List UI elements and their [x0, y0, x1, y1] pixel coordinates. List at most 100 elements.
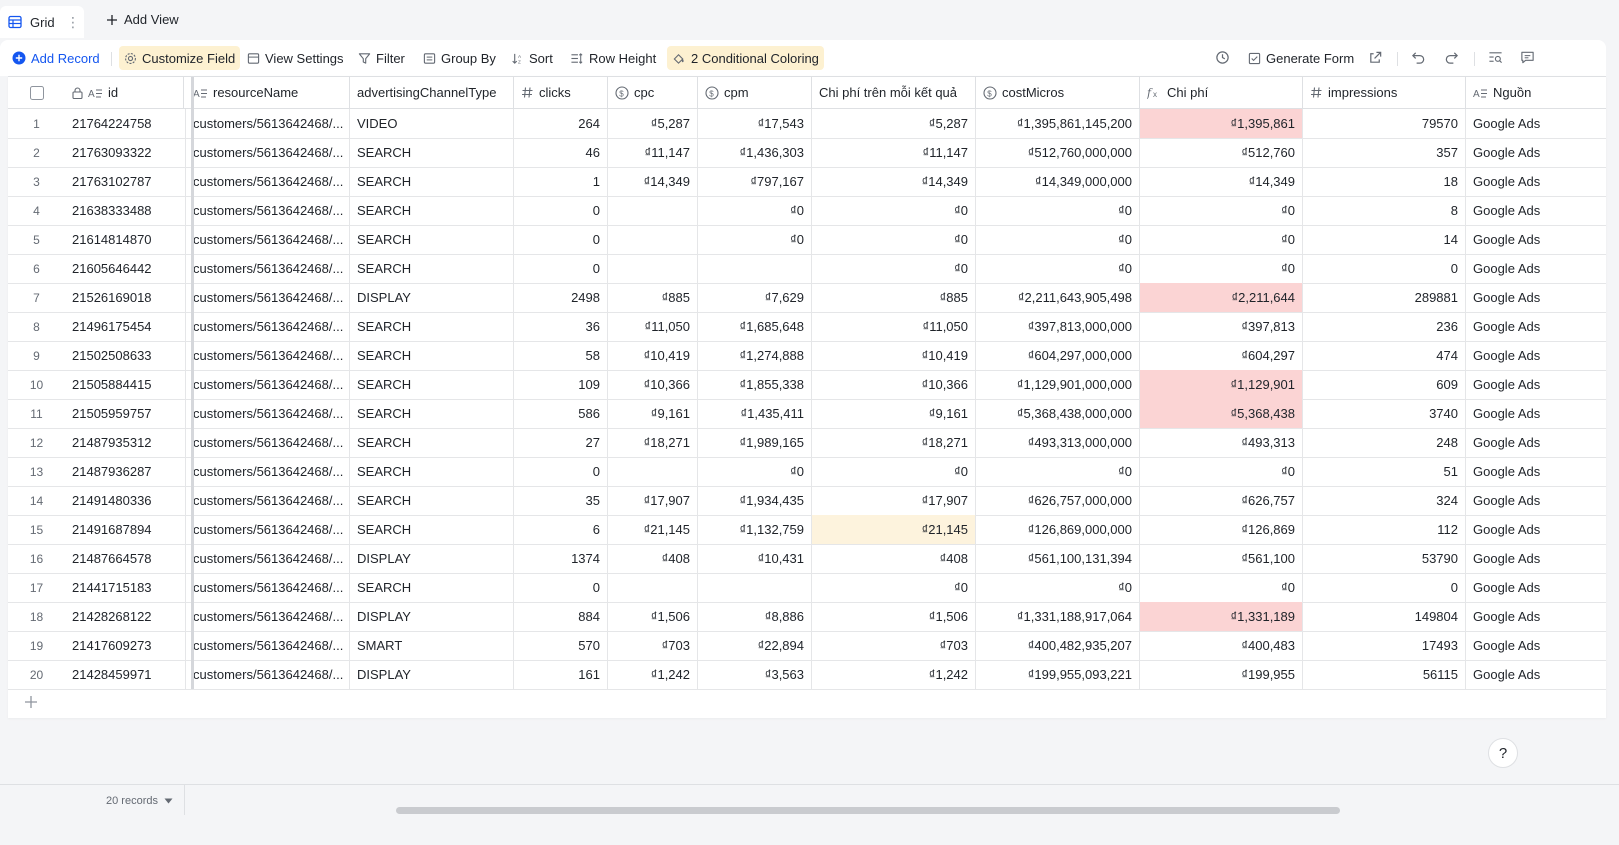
cell-impressions[interactable]: 53790 [1303, 544, 1466, 573]
table-row[interactable]: 5 21614814870 customers/5613642468/... SEAR… [8, 225, 1606, 255]
redo-icon[interactable] [1444, 50, 1460, 66]
cell-cost-per-result[interactable]: ₫0 [812, 573, 976, 602]
table-row[interactable]: 6 21605646442 customers/5613642468/... SEAR… [8, 254, 1606, 284]
cell-nguon[interactable]: Google Ads [1466, 283, 1606, 312]
cell-impressions[interactable]: 248 [1303, 428, 1466, 457]
cell-advertisingchanneltype[interactable]: DISPLAY [350, 283, 514, 312]
cell-cpm[interactable]: ₫1,855,338 [698, 370, 812, 399]
cell-cpc[interactable]: ₫21,145 [608, 515, 698, 544]
table-row[interactable]: 16 21487664578 customers/5613642468/... DIS… [8, 544, 1606, 574]
cell-id[interactable]: 21428459971 [65, 660, 186, 689]
cell-resourcename[interactable]: customers/5613642468/... [186, 544, 350, 573]
cell-clicks[interactable]: 0 [514, 254, 608, 283]
cell-costmicros[interactable]: ₫0 [976, 196, 1140, 225]
cell-cost-per-result[interactable]: ₫9,161 [812, 399, 976, 428]
cell-costmicros[interactable]: ₫2,211,643,905,498 [976, 283, 1140, 312]
cell-cpm[interactable]: ₫7,629 [698, 283, 812, 312]
cell-cpm[interactable]: ₫10,431 [698, 544, 812, 573]
cell-advertisingchanneltype[interactable]: SEARCH [350, 312, 514, 341]
cell-nguon[interactable]: Google Ads [1466, 602, 1606, 631]
cell-cpm[interactable]: ₫22,894 [698, 631, 812, 660]
cell-cpc[interactable] [608, 196, 698, 225]
customize-field-button[interactable]: Customize Field [119, 46, 241, 70]
table-row[interactable]: 11 21505959757 customers/5613642468/... SEA… [8, 399, 1606, 429]
cell-nguon[interactable]: Google Ads [1466, 196, 1606, 225]
cell-resourcename[interactable]: customers/5613642468/... [186, 312, 350, 341]
cell-clicks[interactable]: 2498 [514, 283, 608, 312]
cell-chi-phi[interactable]: ₫493,313 [1140, 428, 1303, 457]
cell-advertisingchanneltype[interactable]: SEARCH [350, 138, 514, 167]
cell-impressions[interactable]: 8 [1303, 196, 1466, 225]
cell-advertisingchanneltype[interactable]: SEARCH [350, 225, 514, 254]
select-all-checkbox[interactable] [8, 77, 65, 108]
cell-clicks[interactable]: 58 [514, 341, 608, 370]
sort-button[interactable]: AZ Sort [506, 46, 558, 70]
cell-costmicros[interactable]: ₫1,331,188,917,064 [976, 602, 1140, 631]
cell-impressions[interactable]: 56115 [1303, 660, 1466, 689]
cell-cpc[interactable] [608, 254, 698, 283]
cell-cpc[interactable]: ₫5,287 [608, 109, 698, 138]
cell-id[interactable]: 21605646442 [65, 254, 186, 283]
cell-impressions[interactable]: 112 [1303, 515, 1466, 544]
cell-cpm[interactable] [698, 254, 812, 283]
cell-clicks[interactable]: 46 [514, 138, 608, 167]
cell-cpm[interactable]: ₫797,167 [698, 167, 812, 196]
cell-advertisingchanneltype[interactable]: SEARCH [350, 196, 514, 225]
cell-cpc[interactable]: ₫10,419 [608, 341, 698, 370]
cell-cpm[interactable]: ₫8,886 [698, 602, 812, 631]
cell-impressions[interactable]: 3740 [1303, 399, 1466, 428]
cell-cpc[interactable]: ₫1,506 [608, 602, 698, 631]
cell-cpc[interactable]: ₫10,366 [608, 370, 698, 399]
cell-id[interactable]: 21638333488 [65, 196, 186, 225]
cell-impressions[interactable]: 609 [1303, 370, 1466, 399]
cell-cost-per-result[interactable]: ₫11,050 [812, 312, 976, 341]
cell-resourcename[interactable]: customers/5613642468/... [186, 225, 350, 254]
cell-cpm[interactable]: ₫1,685,648 [698, 312, 812, 341]
cell-resourcename[interactable]: customers/5613642468/... [186, 457, 350, 486]
filter-button[interactable]: Filter [353, 46, 410, 70]
column-header-cpm[interactable]: $ cpm [698, 77, 812, 108]
cell-clicks[interactable]: 264 [514, 109, 608, 138]
cell-advertisingchanneltype[interactable]: SEARCH [350, 254, 514, 283]
cell-impressions[interactable]: 0 [1303, 573, 1466, 602]
cell-resourcename[interactable]: customers/5613642468/... [186, 370, 350, 399]
cell-nguon[interactable]: Google Ads [1466, 109, 1606, 138]
cell-clicks[interactable]: 570 [514, 631, 608, 660]
table-row[interactable]: 12 21487935312 customers/5613642468/... SEA… [8, 428, 1606, 458]
cell-id[interactable]: 21487935312 [65, 428, 186, 457]
cell-chi-phi[interactable]: ₫14,349 [1140, 167, 1303, 196]
cell-clicks[interactable]: 161 [514, 660, 608, 689]
cell-clicks[interactable]: 0 [514, 225, 608, 254]
cell-cpm[interactable]: ₫1,934,435 [698, 486, 812, 515]
column-header-cpc[interactable]: $ cpc [608, 77, 698, 108]
cell-costmicros[interactable]: ₫5,368,438,000,000 [976, 399, 1140, 428]
cell-nguon[interactable]: Google Ads [1466, 457, 1606, 486]
add-record-button[interactable]: Add Record [7, 46, 105, 70]
cell-id[interactable]: 21496175454 [65, 312, 186, 341]
row-height-button[interactable]: Row Height [565, 46, 661, 70]
cell-id[interactable]: 21763102787 [65, 167, 186, 196]
view-settings-button[interactable]: View Settings [242, 46, 349, 70]
add-view-button[interactable]: Add View [106, 12, 179, 27]
share-icon[interactable] [1368, 50, 1384, 66]
cell-resourcename[interactable]: customers/5613642468/... [186, 515, 350, 544]
cell-clicks[interactable]: 6 [514, 515, 608, 544]
cell-cpc[interactable]: ₫9,161 [608, 399, 698, 428]
cell-chi-phi[interactable]: ₫199,955 [1140, 660, 1303, 689]
table-row[interactable]: 17 21441715183 customers/5613642468/... SEA… [8, 573, 1606, 603]
search-records-icon[interactable] [1488, 50, 1504, 66]
cell-impressions[interactable]: 51 [1303, 457, 1466, 486]
tab-grid[interactable]: Grid ⋮ [0, 6, 84, 38]
cell-clicks[interactable]: 0 [514, 457, 608, 486]
cell-resourcename[interactable]: customers/5613642468/... [186, 283, 350, 312]
cell-cpc[interactable] [608, 573, 698, 602]
cell-id[interactable]: 21487664578 [65, 544, 186, 573]
table-row[interactable]: 1 21764224758 customers/5613642468/... VIDE… [8, 109, 1606, 139]
cell-costmicros[interactable]: ₫0 [976, 457, 1140, 486]
cell-chi-phi[interactable]: ₫626,757 [1140, 486, 1303, 515]
cell-clicks[interactable]: 1 [514, 167, 608, 196]
cell-resourcename[interactable]: customers/5613642468/... [186, 573, 350, 602]
group-by-button[interactable]: Group By [418, 46, 501, 70]
cell-costmicros[interactable]: ₫1,395,861,145,200 [976, 109, 1140, 138]
cell-chi-phi[interactable]: ₫0 [1140, 573, 1303, 602]
